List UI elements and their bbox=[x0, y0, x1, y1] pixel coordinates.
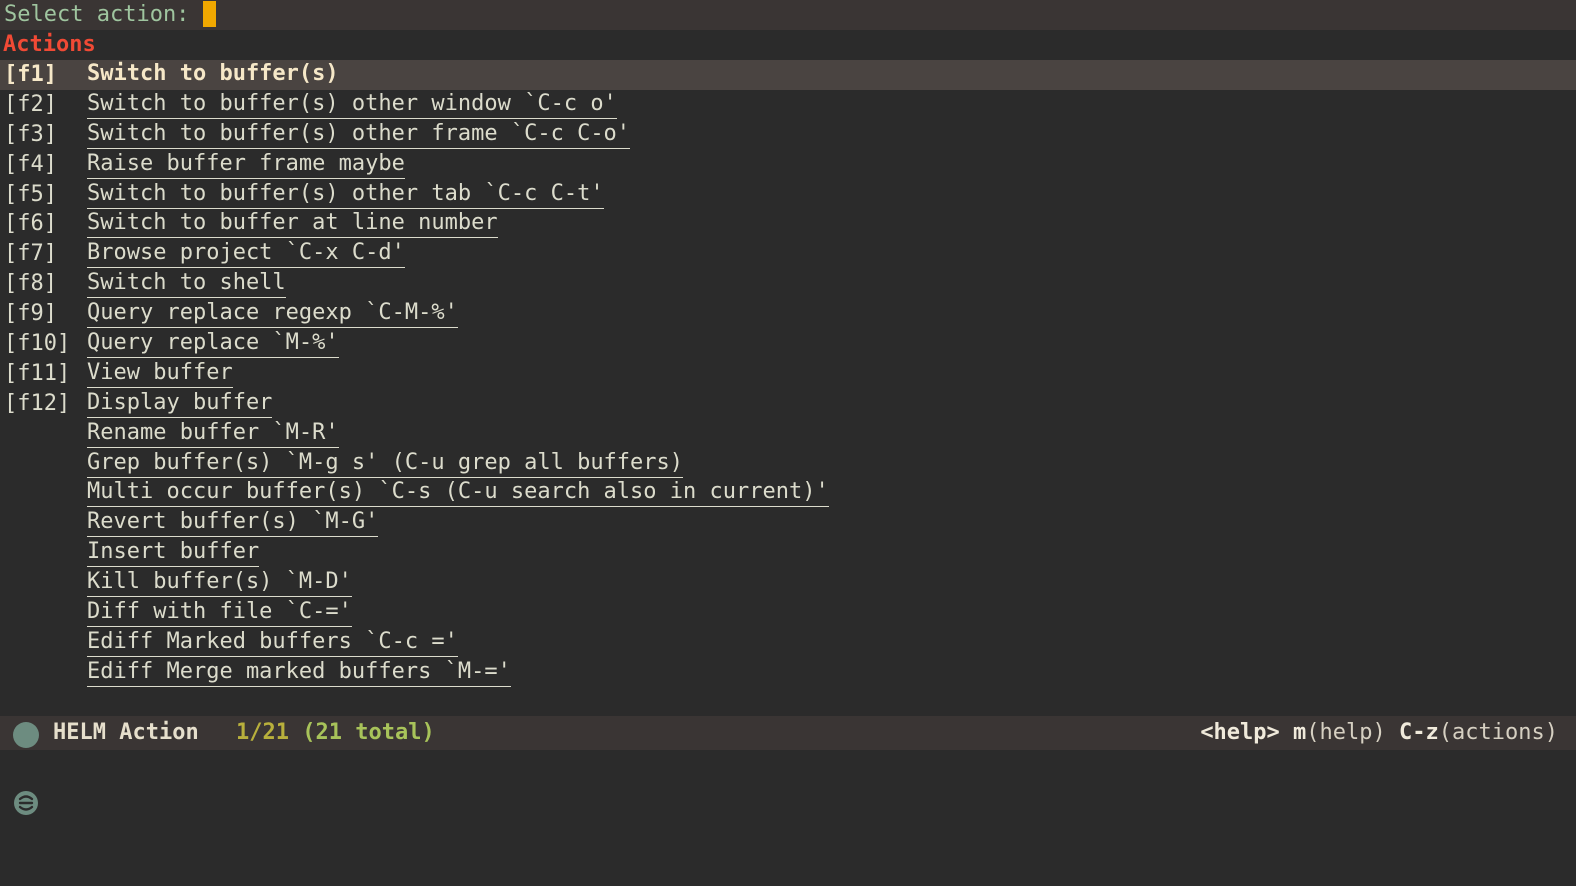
action-label[interactable]: Insert buffer bbox=[87, 538, 260, 568]
action-label[interactable]: Switch to shell bbox=[87, 269, 286, 299]
action-key: [f1] bbox=[4, 62, 57, 87]
action-row[interactable]: Grep buffer(s) `M-g s' (C-u grep all buf… bbox=[0, 449, 1576, 479]
action-row[interactable]: [f2] Switch to buffer(s) other window `C-… bbox=[0, 90, 1576, 120]
action-row[interactable]: Ediff Merge marked buffers `M-=' bbox=[0, 658, 1576, 688]
action-label[interactable]: Kill buffer(s) `M-D' bbox=[87, 568, 352, 598]
echo-area bbox=[0, 750, 1576, 764]
action-label[interactable]: Switch to buffer(s) other tab `C-c C-t' bbox=[87, 180, 604, 209]
action-key: [f7] bbox=[4, 241, 57, 267]
action-label[interactable]: Revert buffer(s) `M-G' bbox=[87, 508, 379, 538]
action-key: [f3] bbox=[4, 121, 57, 147]
action-key: [f10] bbox=[4, 331, 71, 357]
action-row[interactable]: Rename buffer `M-R' bbox=[0, 419, 1576, 449]
action-key: [f5] bbox=[4, 181, 57, 207]
action-label[interactable]: Switch to buffer(s) other window `C-c o' bbox=[87, 90, 617, 119]
action-row[interactable]: [f1] Switch to buffer(s) bbox=[0, 60, 1576, 90]
help-hints: <help> m(help) C-z(actions) bbox=[1200, 716, 1558, 750]
action-label[interactable]: Raise buffer frame maybe bbox=[87, 150, 405, 179]
action-row[interactable]: Diff with file `C-=' bbox=[0, 598, 1576, 628]
actions-label: (actions) bbox=[1438, 720, 1558, 745]
action-row[interactable]: Multi occur buffer(s) `C-s (C-u search a… bbox=[0, 478, 1576, 508]
help-key[interactable]: <help> bbox=[1200, 720, 1279, 745]
action-label[interactable]: Ediff Merge marked buffers `M-=' bbox=[87, 658, 511, 687]
action-label[interactable]: Rename buffer `M-R' bbox=[87, 419, 339, 448]
action-row[interactable]: [f7] Browse project `C-x C-d' bbox=[0, 239, 1576, 269]
minibuffer-prompt[interactable]: Select action: bbox=[0, 0, 1576, 30]
action-row[interactable]: [f3] Switch to buffer(s) other frame `C-c… bbox=[0, 120, 1576, 150]
action-label[interactable]: Display buffer bbox=[87, 389, 273, 418]
action-row[interactable]: [f5] Switch to buffer(s) other tab `C-c C… bbox=[0, 180, 1576, 210]
action-key: [f4] bbox=[4, 151, 57, 177]
action-key: [f11] bbox=[4, 360, 71, 386]
action-label[interactable]: Switch to buffer(s) bbox=[87, 60, 339, 88]
action-key: [f12] bbox=[4, 390, 71, 416]
helm-buffer-name: HELM Action bbox=[53, 720, 199, 745]
candidate-count-total: (21 total) bbox=[302, 720, 435, 745]
action-row[interactable]: [f6] Switch to buffer at line number bbox=[0, 209, 1576, 239]
action-label[interactable]: Diff with file `C-=' bbox=[87, 598, 352, 628]
action-row[interactable]: [f10] Query replace `M-%' bbox=[0, 329, 1576, 359]
action-key: [f8] bbox=[4, 271, 57, 297]
mode-line: HELM Action 1/21 (21 total) <help> m(hel… bbox=[0, 716, 1576, 815]
action-label[interactable]: Switch to buffer(s) other frame `C-c C-o… bbox=[87, 120, 631, 149]
action-label[interactable]: Query replace `M-%' bbox=[87, 329, 339, 359]
action-row[interactable]: [f12] Display buffer bbox=[0, 389, 1576, 419]
action-row[interactable]: [f9] Query replace regexp `C-M-%' bbox=[0, 299, 1576, 329]
action-label[interactable]: Multi occur buffer(s) `C-s (C-u search a… bbox=[87, 478, 829, 508]
action-label[interactable]: Switch to buffer at line number bbox=[87, 209, 498, 239]
action-label[interactable]: Browse project `C-x C-d' bbox=[87, 239, 405, 269]
help-m-key[interactable]: m bbox=[1293, 720, 1306, 745]
action-label[interactable]: Grep buffer(s) `M-g s' (C-u grep all buf… bbox=[87, 449, 684, 478]
helm-logo-icon bbox=[13, 722, 39, 815]
action-label[interactable]: View buffer bbox=[87, 359, 233, 388]
action-row[interactable]: [f4] Raise buffer frame maybe bbox=[0, 150, 1576, 180]
action-key: [f9] bbox=[4, 301, 57, 327]
help-label: (help) bbox=[1306, 720, 1386, 745]
action-list: [f1] Switch to buffer(s) [f2] Switch to buf… bbox=[0, 60, 1576, 688]
action-row[interactable]: Insert buffer bbox=[0, 538, 1576, 568]
prompt-label: Select action: bbox=[4, 2, 203, 27]
candidate-count: 1/21 (21 total) bbox=[236, 716, 435, 750]
action-row[interactable]: [f8] Switch to shell bbox=[0, 269, 1576, 299]
action-key: [f6] bbox=[4, 211, 57, 237]
action-label[interactable]: Ediff Marked buffers `C-c =' bbox=[87, 628, 458, 657]
action-row[interactable]: Ediff Marked buffers `C-c =' bbox=[0, 628, 1576, 658]
text-cursor[interactable] bbox=[202, 0, 216, 27]
action-row[interactable]: Revert buffer(s) `M-G' bbox=[0, 508, 1576, 538]
action-key: [f2] bbox=[4, 91, 57, 117]
action-label[interactable]: Query replace regexp `C-M-%' bbox=[87, 299, 458, 329]
action-row[interactable]: Kill buffer(s) `M-D' bbox=[0, 568, 1576, 598]
candidate-count-current: 1/21 bbox=[236, 720, 289, 745]
actions-key[interactable]: C-z bbox=[1399, 720, 1439, 745]
action-row[interactable]: [f11] View buffer bbox=[0, 359, 1576, 389]
source-header: Actions bbox=[3, 32, 96, 57]
